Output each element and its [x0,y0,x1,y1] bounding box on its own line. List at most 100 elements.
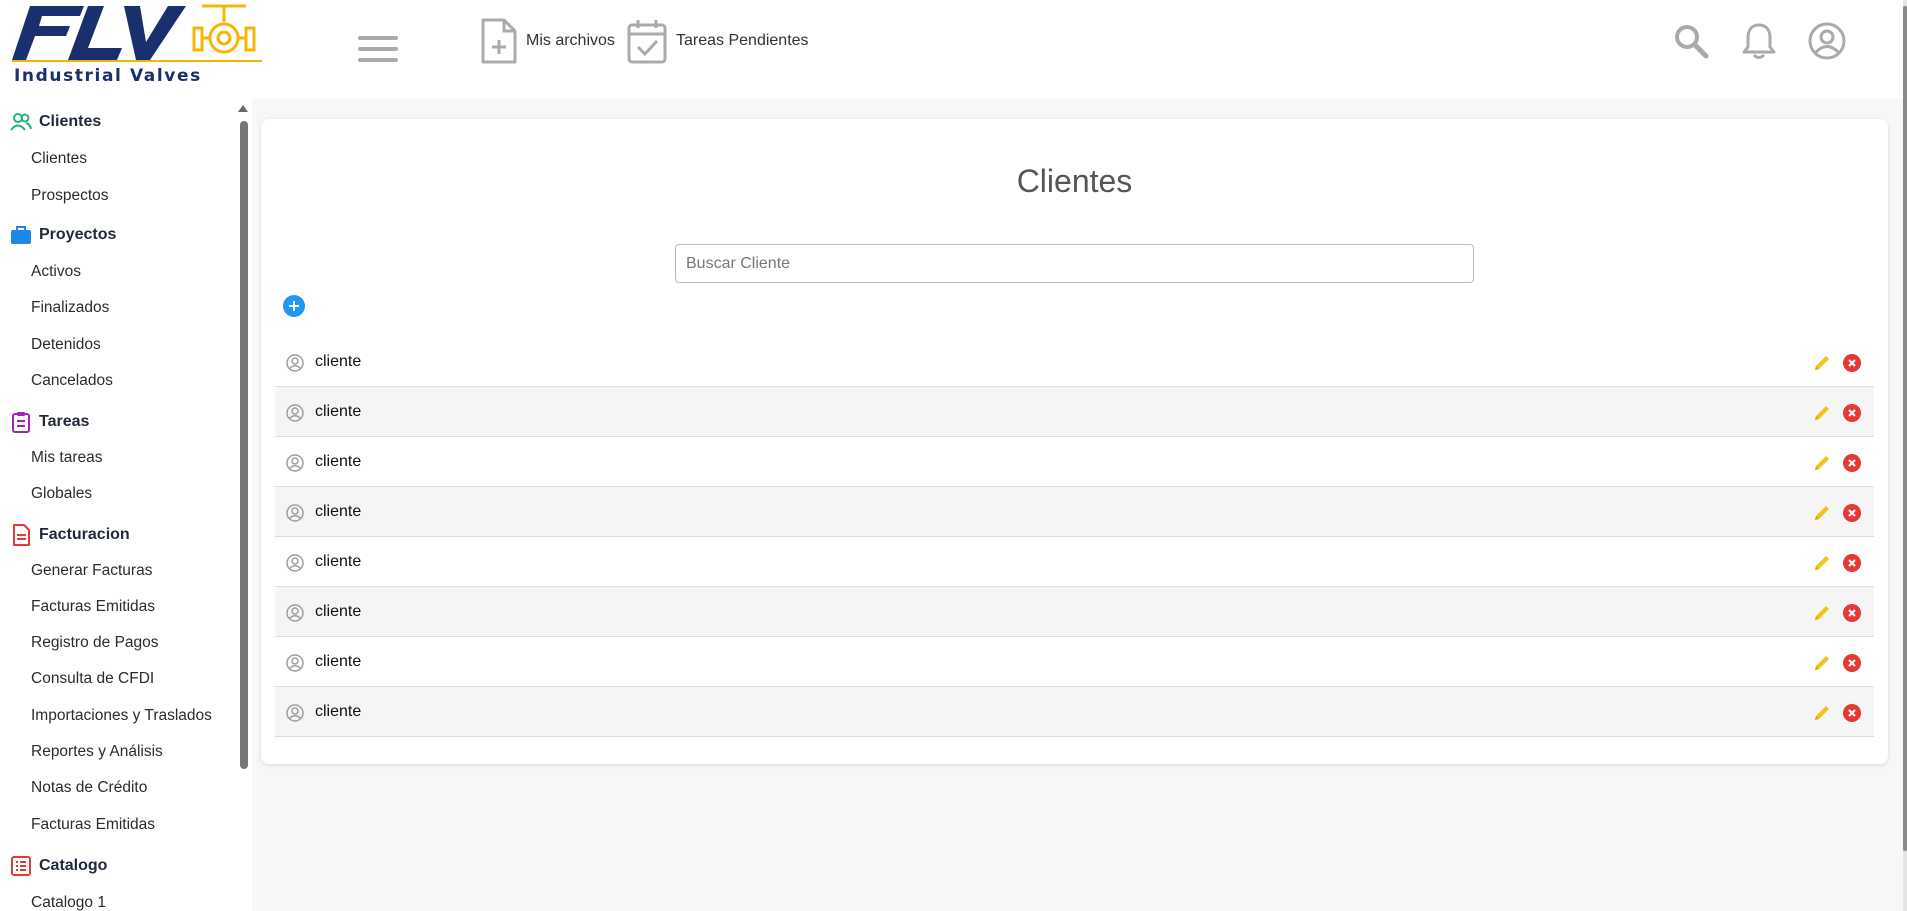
sidebar-section-facturacion[interactable]: Facturacion [10,524,130,546]
hamburger-bar [358,47,398,51]
clientes-card: Clientes clienteclienteclienteclientecli… [261,119,1888,764]
company-logo[interactable]: Industrial Valves [12,2,264,86]
sidebar-section-title: Tareas [39,413,90,430]
edit-pencil-icon[interactable] [1812,503,1832,523]
edit-pencil-icon[interactable] [1812,553,1832,573]
user-profile-button[interactable] [1806,20,1848,62]
cliente-name: cliente [315,702,362,720]
add-cliente-button[interactable] [283,295,305,317]
document-icon [13,524,30,546]
sidebar-scroll-thumb[interactable] [240,121,248,769]
notifications-button[interactable] [1738,20,1780,62]
sidebar-item-catalogo-1[interactable]: Catalogo 1 [31,894,106,911]
table-row[interactable]: cliente [275,587,1874,637]
delete-button[interactable] [1843,704,1861,722]
clipboard-icon [12,412,30,433]
mis-archivos-link[interactable]: Mis archivos [480,18,615,64]
delete-button[interactable] [1843,404,1861,422]
sidebar-section-catalogo[interactable]: Catalogo [10,855,107,877]
page-title: Clientes [1016,163,1133,199]
user-avatar-icon [286,504,304,522]
edit-pencil-icon[interactable] [1812,653,1832,673]
sidebar-item-globales[interactable]: Globales [31,485,92,503]
logo-text: Industrial Valves [14,66,202,86]
calendar-check-icon [627,20,667,64]
edit-pencil-icon[interactable] [1812,403,1832,423]
sidebar-item-reportes-y-analisis[interactable]: Reportes y Análisis [31,743,163,761]
plus-icon [289,301,299,311]
cliente-name: cliente [315,402,362,420]
close-icon [1848,509,1856,517]
edit-pencil-icon[interactable] [1812,603,1832,623]
sidebar-item-clientes[interactable]: Clientes [31,150,87,168]
edit-pencil-icon[interactable] [1812,353,1832,373]
scroll-up-arrow-icon[interactable] [238,105,248,112]
list-icon [11,856,31,876]
sidebar-item-facturas-emitidas[interactable]: Facturas Emitidas [31,598,155,616]
file-plus-icon [481,18,517,64]
users-icon [10,113,32,131]
close-icon [1848,659,1856,667]
cliente-name: cliente [315,502,362,520]
sidebar-item-detenidos[interactable]: Detenidos [31,336,101,354]
edit-pencil-icon[interactable] [1812,453,1832,473]
search-cliente-input[interactable] [675,244,1474,283]
hamburger-bar [358,36,398,40]
sidebar-section-tareas[interactable]: Tareas [10,411,89,433]
table-row[interactable]: cliente [275,537,1874,587]
mis-archivos-label: Mis archivos [526,32,615,49]
search-icon [1675,25,1709,59]
sidebar-section-proyectos[interactable]: Proyectos [10,225,116,245]
sidebar-item-importaciones-y-traslados[interactable]: Importaciones y Traslados [31,707,212,725]
close-icon [1848,709,1856,717]
edit-pencil-icon[interactable] [1812,703,1832,723]
sidebar-item-mis-tareas[interactable]: Mis tareas [31,449,103,467]
sidebar-item-finalizados[interactable]: Finalizados [31,299,109,317]
table-row[interactable]: cliente [275,437,1874,487]
user-avatar-icon [286,354,304,372]
logo-graphic [12,4,262,62]
delete-button[interactable] [1843,654,1861,672]
user-circle-icon [1808,22,1846,60]
sidebar-item-facturas-emitidas-2[interactable]: Facturas Emitidas [31,816,155,834]
delete-button[interactable] [1843,504,1861,522]
sidebar-item-generar-facturas[interactable]: Generar Facturas [31,562,152,580]
cliente-name: cliente [315,552,362,570]
tareas-pendientes-label: Tareas Pendientes [676,32,809,49]
table-row[interactable]: cliente [275,637,1874,687]
user-avatar-icon [286,654,304,672]
close-icon [1848,559,1856,567]
delete-button[interactable] [1843,354,1861,372]
delete-button[interactable] [1843,554,1861,572]
hamburger-bar [358,58,398,62]
delete-button[interactable] [1843,454,1861,472]
sidebar-item-registro-de-pagos[interactable]: Registro de Pagos [31,634,159,652]
sidebar-section-title: Facturacion [39,526,130,543]
sidebar-item-notas-de-credito[interactable]: Notas de Crédito [31,779,147,797]
tareas-pendientes-link[interactable]: Tareas Pendientes [626,18,809,64]
cliente-name: cliente [315,602,362,620]
sidebar-section-clientes[interactable]: Clientes [10,112,101,132]
briefcase-icon [11,226,31,244]
user-avatar-icon [286,704,304,722]
user-avatar-icon [286,454,304,472]
bell-icon [1742,23,1776,59]
menu-toggle-button[interactable] [358,36,398,66]
user-avatar-icon [286,604,304,622]
sidebar-item-prospectos[interactable]: Prospectos [31,187,109,205]
close-icon [1848,459,1856,467]
sidebar-section-title: Proyectos [39,226,117,243]
sidebar-item-cancelados[interactable]: Cancelados [31,372,113,390]
page-scroll-thumb[interactable] [1903,6,1907,851]
sidebar-item-consulta-de-cfdi[interactable]: Consulta de CFDI [31,670,154,688]
top-header: Industrial Valves Mis archivos Tareas Pe… [0,0,1903,99]
user-avatar-icon [286,404,304,422]
sidebar-item-activos[interactable]: Activos [31,263,81,281]
search-button[interactable] [1670,20,1712,62]
table-row[interactable]: cliente [275,487,1874,537]
delete-button[interactable] [1843,604,1861,622]
clientes-list: cliente cliente cliente cliente cliente clien… [275,337,1874,737]
table-row[interactable]: cliente [275,687,1874,737]
table-row[interactable]: cliente [275,387,1874,437]
table-row[interactable]: cliente [275,337,1874,387]
